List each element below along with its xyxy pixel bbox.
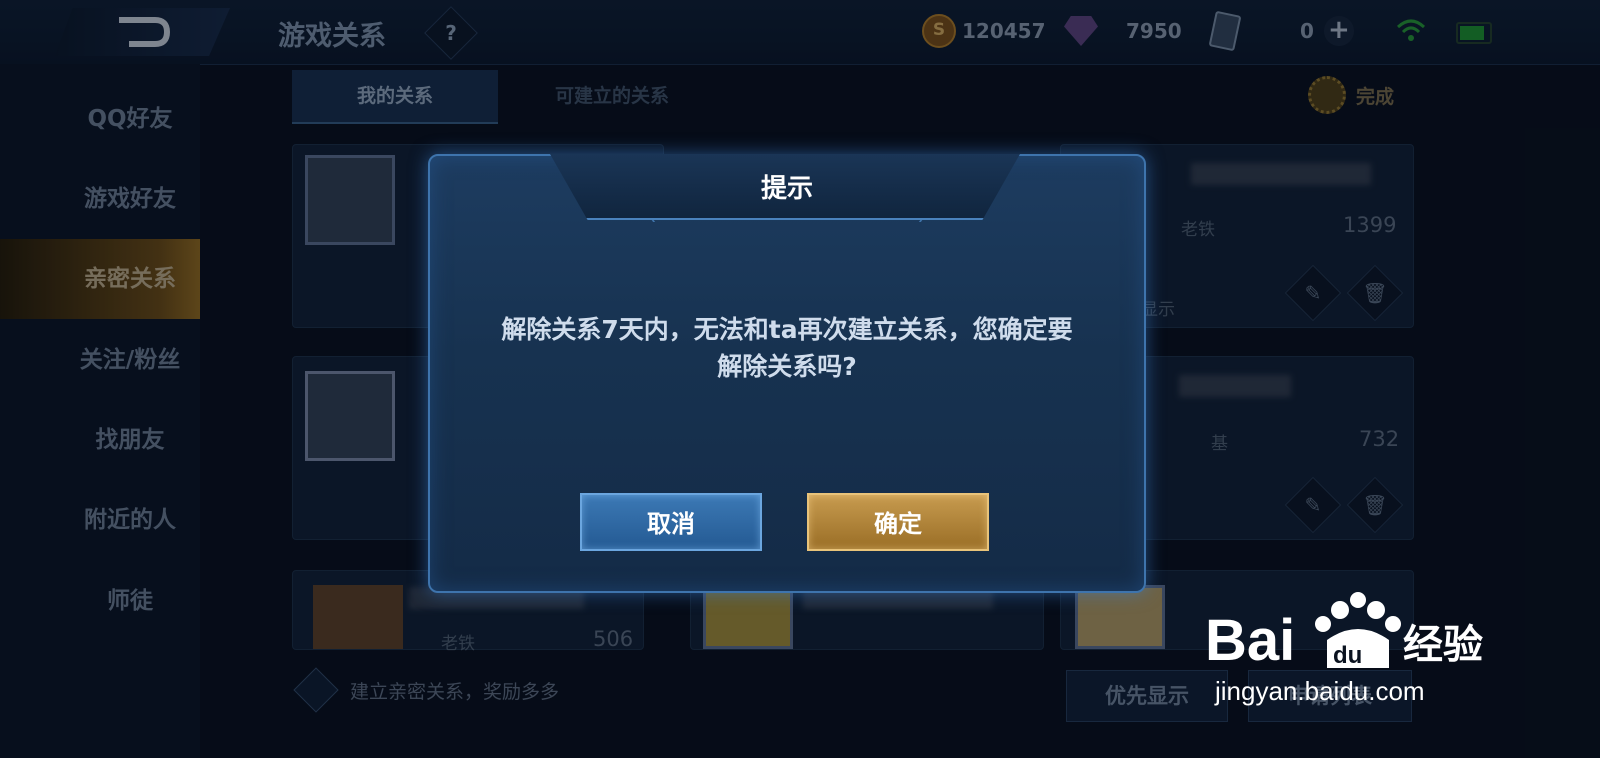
watermark-url: jingyan.baidu.com (1215, 676, 1425, 706)
confirm-button[interactable]: 确定 (807, 493, 989, 551)
cancel-button[interactable]: 取消 (580, 493, 762, 551)
svg-text:经验: 经验 (1403, 622, 1483, 668)
dialog-message: 解除关系7天内，无法和ta再次建立关系，您确定要解除关系吗? (501, 315, 1073, 381)
baidu-jingyan-watermark: Bai du 经验 jingyan.baidu.com (1205, 588, 1495, 708)
baidu-logo: Bai du 经验 (1205, 592, 1483, 673)
svg-text:du: du (1333, 642, 1362, 669)
svg-text:Bai: Bai (1205, 608, 1295, 673)
confirm-dialog: 提示 解除关系7天内，无法和ta再次建立关系，您确定要解除关系吗? 取消 确定 (428, 154, 1146, 593)
dialog-title: 提示 (760, 174, 813, 204)
